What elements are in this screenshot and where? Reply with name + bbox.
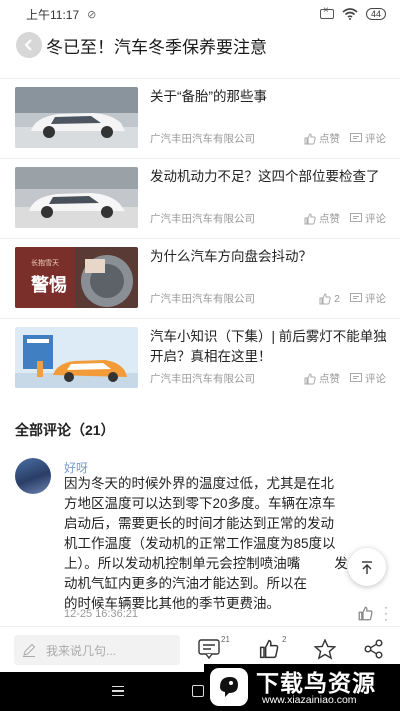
comment-line: 因为冬天的时候外界的温度过低，尤其是在北	[64, 476, 334, 491]
more-options-icon[interactable]: · · ·	[384, 601, 388, 625]
article-source: 广汽丰田汽车有限公司	[150, 293, 255, 305]
battery-indicator: 44	[365, 8, 386, 20]
comment-input[interactable]: 我来说几句...	[14, 635, 180, 665]
thumbs-up-icon	[304, 132, 316, 144]
comment-line-tail: 发	[334, 556, 348, 571]
thumbs-up-icon	[304, 212, 316, 224]
comment-action[interactable]: 评论	[350, 291, 386, 306]
share-icon[interactable]	[364, 639, 384, 659]
car-illustration-image	[15, 327, 138, 388]
comment-icon	[350, 133, 362, 142]
status-icons: 44	[319, 5, 386, 20]
related-articles-list: 关于“备胎”的那些事 广汽丰田汽车有限公司 点赞 评论 发动机动力不足？这四个部…	[0, 78, 400, 398]
related-article-2[interactable]: 警惕 长抱雪天 为什么汽车方向盘会抖动？ 广汽丰田汽车有限公司 2 评论	[0, 238, 400, 318]
thumb-caption: 警惕	[31, 274, 67, 296]
article-title: 发动机动力不足？这四个部位要检查了	[150, 169, 380, 184]
comment-action[interactable]: 评论	[350, 211, 386, 226]
comment-line: 方地区温度可以达到零下20多度。车辆在凉车	[64, 496, 336, 511]
article-thumbnail	[15, 327, 138, 388]
thumbs-up-icon	[319, 292, 331, 304]
comment-action[interactable]: 评论	[350, 371, 386, 386]
home-icon[interactable]	[192, 685, 204, 697]
comment-line: 机工作温度（发动机的正常工作温度为85度以	[64, 536, 336, 551]
comment-time: 12-25 16:36:21	[64, 608, 139, 620]
no-disturb-icon: ⊘	[87, 8, 97, 21]
status-time: 上午11:17	[26, 7, 80, 22]
article-meta: 广汽丰田汽车有限公司 点赞 评论	[150, 211, 386, 226]
comment-input-placeholder: 我来说几句...	[46, 643, 117, 658]
chevron-left-icon	[24, 39, 32, 51]
watermark-title: 下载鸟资源	[256, 671, 376, 697]
article-thumbnail: 警惕 长抱雪天	[15, 247, 138, 308]
article-meta: 广汽丰田汽车有限公司 点赞 评论	[150, 371, 386, 386]
status-bar: 上午11:17 ⊘ 44	[0, 0, 400, 28]
like-action[interactable]: 点赞	[304, 211, 340, 226]
like-label: 点赞	[319, 373, 340, 385]
article-thumbnail	[15, 87, 138, 148]
like-action[interactable]: 点赞	[304, 371, 340, 386]
comments-icon[interactable]	[198, 639, 220, 659]
comment-body: 因为冬天的时候外界的温度过低，尤其是在北 方地区温度可以达到零下20多度。车辆在…	[64, 474, 386, 614]
comment-count: 21	[221, 635, 230, 644]
comment-line: 上）。所以发动机控制单元会控制喷油嘴 发	[64, 554, 386, 574]
comment-line-text: 上）。所以发动机控制单元会控制喷油嘴	[64, 556, 301, 571]
comment-label: 评论	[365, 293, 386, 305]
like-label: 点赞	[319, 213, 340, 225]
comment-line: 动机气缸内更多的汽油才能达到。所以在	[64, 576, 307, 591]
thumbs-up-icon	[304, 372, 316, 384]
avatar[interactable]	[15, 458, 51, 494]
title-bar: 冬已至！汽车冬季保养要注意	[0, 28, 400, 62]
like-action[interactable]: 点赞	[304, 131, 340, 146]
comments-header: 全部评论（21）	[15, 422, 115, 438]
article-title: 关于“备胎”的那些事	[150, 89, 267, 104]
page-title: 冬已至！汽车冬季保养要注意	[46, 37, 267, 57]
comment-label: 评论	[365, 133, 386, 145]
article-source: 广汽丰田汽车有限公司	[150, 373, 255, 385]
no-sim-icon	[319, 5, 334, 19]
comment-line: 启动后，需要更长的时间才能达到正常的发动	[64, 516, 334, 531]
comment-icon	[350, 213, 362, 222]
comment-label: 评论	[365, 373, 386, 385]
steering-wheel-image: 警惕 长抱雪天	[15, 247, 138, 308]
wifi-icon	[342, 8, 358, 20]
article-title: 为什么汽车方向盘会抖动？	[150, 249, 312, 264]
related-article-3[interactable]: 汽车小知识（下集）| 前后雾灯不能单独开启？真相在这里！ 广汽丰田汽车有限公司 …	[0, 318, 400, 398]
comment-icon	[350, 293, 362, 302]
article-source: 广汽丰田汽车有限公司	[150, 213, 255, 225]
related-article-1[interactable]: 发动机动力不足？这四个部位要检查了 广汽丰田汽车有限公司 点赞 评论	[0, 158, 400, 238]
article-title: 汽车小知识（下集）| 前后雾灯不能单独开启？真相在这里！	[150, 329, 387, 364]
article-thumbnail	[15, 167, 138, 228]
bird-logo-icon	[220, 677, 238, 697]
comment-action[interactable]: 评论	[350, 131, 386, 146]
watermark: 下载鸟资源 www.xiazainiao.com	[204, 664, 400, 711]
arrow-up-icon	[362, 561, 372, 574]
watermark-url: www.xiazainiao.com	[262, 694, 357, 706]
like-label: 点赞	[319, 133, 340, 145]
like-count: 2	[282, 635, 287, 644]
menu-icon[interactable]	[112, 686, 124, 696]
white-sedan-image	[15, 87, 138, 148]
white-sedan-image	[15, 167, 138, 228]
like-count: 2	[334, 292, 340, 305]
star-icon[interactable]	[314, 639, 336, 660]
article-meta: 广汽丰田汽车有限公司 2 评论	[150, 291, 386, 306]
like-icon[interactable]	[258, 639, 280, 659]
article-source: 广汽丰田汽车有限公司	[150, 133, 255, 145]
watermark-logo	[210, 668, 248, 706]
like-action[interactable]: 2	[319, 293, 340, 305]
article-meta: 广汽丰田汽车有限公司 点赞 评论	[150, 131, 386, 146]
back-button[interactable]	[16, 32, 42, 58]
thumb-subcaption: 长抱雪天	[31, 258, 59, 267]
related-article-0[interactable]: 关于“备胎”的那些事 广汽丰田汽车有限公司 点赞 评论	[0, 78, 400, 158]
comment-label: 评论	[365, 213, 386, 225]
pencil-icon	[23, 643, 36, 657]
comment-like-icon[interactable]	[358, 606, 373, 621]
comment-icon	[350, 373, 362, 382]
scroll-top-button[interactable]	[348, 548, 386, 586]
